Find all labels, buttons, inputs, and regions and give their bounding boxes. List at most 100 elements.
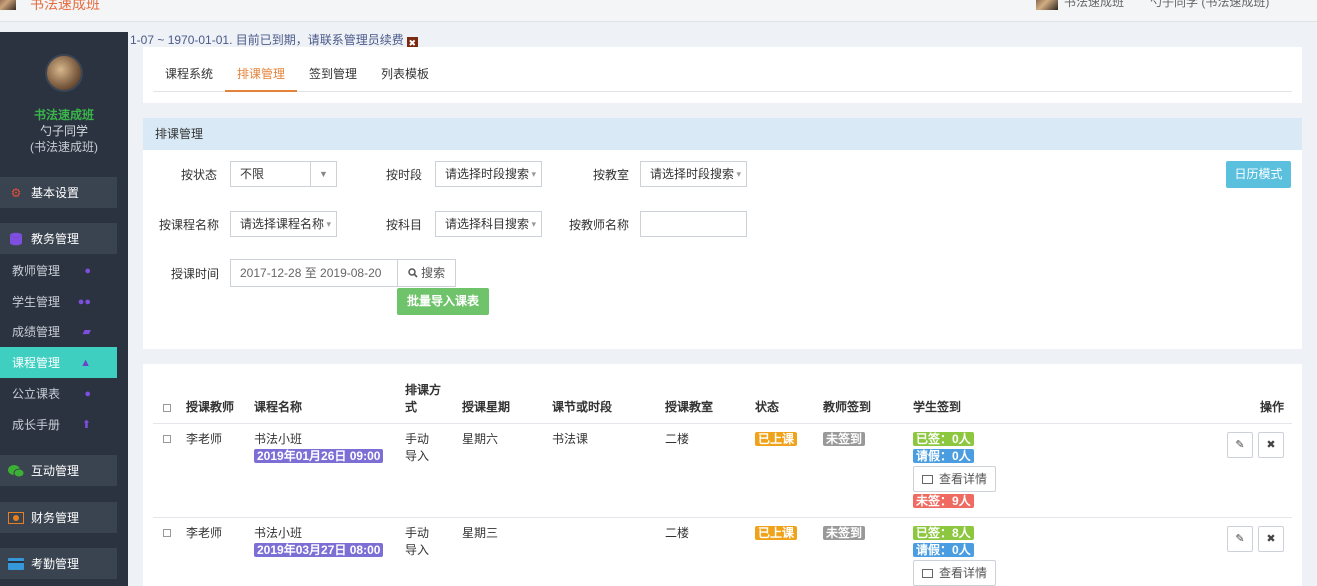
delete-button[interactable]: ✖ — [1258, 526, 1284, 552]
teacher-name-label: 按教师名称 — [568, 218, 629, 232]
avatar[interactable] — [45, 54, 83, 92]
logo-image — [0, 0, 16, 10]
profile-name: 勺子同学 — [39, 124, 88, 138]
batch-import-button[interactable]: 批量导入课表 — [397, 288, 489, 315]
users-icon: ●● — [77, 295, 91, 308]
view-detail-label: 查看详情 — [939, 472, 988, 486]
tab-scheduling[interactable]: 排课管理 — [225, 57, 298, 92]
search-button[interactable]: 搜索 — [397, 259, 456, 287]
row-mode: 手动导入 — [405, 526, 430, 557]
money-icon — [8, 511, 24, 525]
top-bar: 书法速成班 书法速成班 勺子同学 (书法速成班) — [0, 0, 1317, 22]
status-select[interactable]: 不限 ▼ — [230, 161, 337, 187]
tab-course-system[interactable]: 课程系统 — [153, 57, 225, 92]
subject-select[interactable]: 请选择科目搜索 ▾ — [435, 211, 542, 237]
sidebar-item-grades[interactable]: 成绩管理 ▰ — [0, 316, 117, 347]
sidebar-item-label: 课程管理 — [12, 356, 61, 370]
row-teacher: 李老师 — [186, 432, 223, 446]
menu-group-interaction[interactable]: 互动管理 — [0, 455, 117, 486]
chevron-down-icon: ▼ — [310, 162, 336, 186]
menu-group-finance[interactable]: 财务管理 — [0, 502, 117, 533]
menu-group-label: 基本设置 — [31, 186, 80, 200]
sidebar: 书法速成班 勺子同学 (书法速成班) ⚙ 基本设置 教务管理 教师管理 ● 学生… — [0, 32, 128, 586]
row-checkbox[interactable] — [163, 435, 171, 443]
sidebar-item-label: 成长手册 — [12, 418, 61, 432]
period-select[interactable]: 请选择时段搜索 ▾ — [435, 161, 542, 187]
chevron-down-icon: ▾ — [531, 219, 536, 229]
status-badge: 已上课 — [755, 432, 798, 446]
search-icon — [408, 266, 421, 280]
col-mode: 排课方式 — [405, 383, 442, 414]
menu-group-academic[interactable]: 教务管理 — [0, 223, 117, 254]
leave-count-badge: 请假：0人 — [913, 543, 974, 557]
divider — [153, 517, 1292, 518]
period-label: 按时段 — [386, 168, 423, 182]
col-student-sign: 学生签到 — [913, 400, 962, 414]
teacher-name-input[interactable] — [640, 211, 747, 237]
col-weekday: 授课星期 — [462, 400, 511, 414]
filter-panel: 排课管理 按状态 不限 ▼ 按时段 请选择时段搜索 ▾ 按教室 请选择时段搜索 … — [143, 118, 1302, 349]
row-weekday: 星期六 — [462, 432, 499, 446]
sidebar-item-growth-handbook[interactable]: 成长手册 ⬆ — [0, 409, 117, 440]
view-detail-button[interactable]: 查看详情 — [913, 560, 996, 586]
user-org-name[interactable]: 书法速成班 — [1064, 0, 1124, 10]
course-select[interactable]: 请选择课程名称 ▾ — [230, 211, 337, 237]
tabs-panel: 课程系统 排课管理 签到管理 列表模板 — [143, 47, 1302, 103]
edit-button[interactable]: ✎ — [1227, 432, 1253, 458]
menu-group-label: 财务管理 — [31, 511, 80, 525]
sidebar-item-students[interactable]: 学生管理 ●● — [0, 286, 117, 317]
sidebar-item-label: 成绩管理 — [12, 325, 61, 339]
menu-group-basic-settings[interactable]: ⚙ 基本设置 — [0, 177, 117, 208]
sidebar-item-label: 教师管理 — [12, 264, 61, 278]
site-title: 书法速成班 — [30, 0, 100, 12]
edit-button[interactable]: ✎ — [1227, 526, 1253, 552]
view-detail-button[interactable]: 查看详情 — [913, 466, 996, 492]
row-room: 二楼 — [665, 432, 690, 446]
sidebar-item-public-schedule[interactable]: 公立课表 ● — [0, 378, 117, 409]
menu-group-label: 互动管理 — [31, 464, 80, 478]
col-status: 状态 — [755, 400, 780, 414]
profile-org-paren: (书法速成班) — [30, 140, 98, 154]
row-period: 书法课 — [552, 432, 589, 446]
calendar-mode-button[interactable]: 日历模式 — [1226, 161, 1291, 188]
time-label: 授课时间 — [170, 267, 219, 281]
gear-icon: ⚙ — [10, 185, 22, 200]
period-select-placeholder: 请选择时段搜索 — [445, 167, 530, 181]
sidebar-item-teachers[interactable]: 教师管理 ● — [0, 255, 117, 286]
menu-group-label: 教务管理 — [31, 232, 80, 246]
tab-sign-in[interactable]: 签到管理 — [297, 57, 369, 92]
row-datetime-badge: 2019年01月26日 09:00 — [254, 449, 384, 463]
expire-notice-text: 1-07 ~ 1970-01-01. 目前已到期，请联系管理员续费 — [130, 33, 404, 47]
subject-label: 按科目 — [386, 218, 423, 232]
user-avatar[interactable] — [1036, 0, 1058, 10]
col-period: 课节或时段 — [552, 400, 613, 414]
signed-count-badge: 已签：0人 — [913, 432, 974, 446]
sidebar-item-courses[interactable]: 课程管理 ▲ — [0, 347, 117, 378]
tab-list-template[interactable]: 列表模板 — [369, 57, 441, 92]
select-all-checkbox[interactable] — [163, 404, 171, 412]
search-button-label: 搜索 — [421, 266, 446, 280]
arrow-up-icon: ⬆ — [81, 419, 91, 431]
menu-group-label: 考勤管理 — [31, 557, 80, 571]
room-select-placeholder: 请选择时段搜索 — [650, 167, 735, 181]
menu-group-attendance[interactable]: 考勤管理 — [0, 548, 117, 579]
leave-count-badge: 请假：0人 — [913, 449, 974, 463]
user-info[interactable]: 勺子同学 (书法速成班) — [1150, 0, 1269, 10]
close-icon: ✖ — [1266, 439, 1276, 451]
col-teacher-sign: 教师签到 — [823, 400, 872, 414]
chevron-down-icon: ▾ — [326, 219, 331, 229]
delete-button[interactable]: ✖ — [1258, 432, 1284, 458]
card-icon — [8, 557, 24, 571]
col-course: 课程名称 — [254, 400, 303, 414]
subject-select-placeholder: 请选择科目搜索 — [445, 217, 530, 231]
database-icon — [8, 232, 24, 246]
pencil-icon: ✎ — [1235, 533, 1245, 545]
date-range-input[interactable]: 2017-12-28 至 2019-08-20 — [230, 259, 398, 287]
row-checkbox[interactable] — [163, 529, 171, 537]
unsigned-count-badge: 未签：9人 — [913, 494, 974, 508]
room-select[interactable]: 请选择时段搜索 ▾ — [640, 161, 747, 187]
pencil-icon: ✎ — [1235, 439, 1245, 451]
chevron-down-icon: ▾ — [531, 169, 536, 179]
view-detail-label: 查看详情 — [939, 566, 988, 580]
row-room: 二楼 — [665, 526, 690, 540]
